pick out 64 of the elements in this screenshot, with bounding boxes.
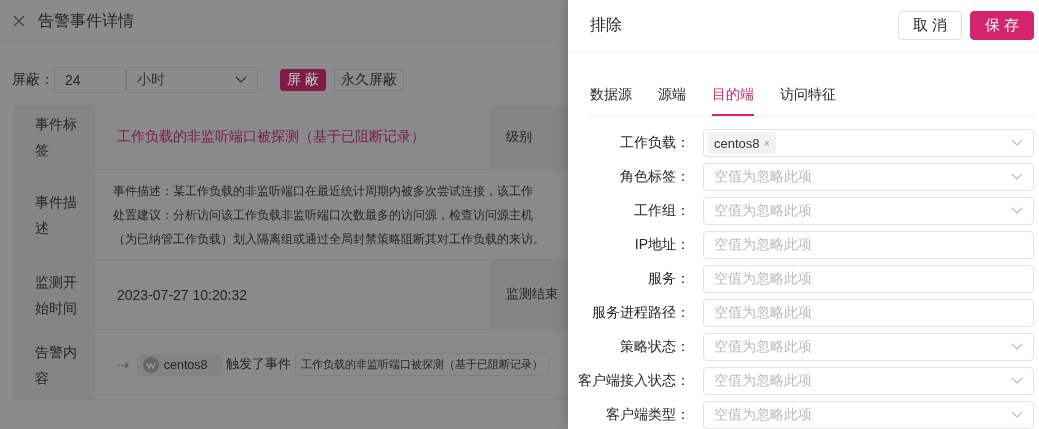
placeholder-text: 空值为忽略此项: [714, 338, 812, 356]
placeholder-text: 空值为忽略此项: [714, 406, 812, 424]
placeholder-text: 空值为忽略此项: [714, 270, 812, 288]
input-field[interactable]: 空值为忽略此项: [703, 265, 1034, 293]
description-line: （为已纳管工作负载）划入隔离组或通过全局封禁策略阻断其对工作负载的来访。: [113, 231, 545, 247]
chevron-down-icon: [1011, 377, 1023, 385]
field-label: 工作负载：: [619, 134, 691, 152]
row-label: 监测开始时间: [35, 272, 78, 318]
tab[interactable]: 源端: [658, 84, 686, 116]
chevron-down-icon: [1011, 343, 1023, 351]
chevron-down-icon: [235, 76, 247, 84]
tab[interactable]: 数据源: [590, 84, 632, 116]
host-chip: centos8: [136, 353, 222, 376]
row-label: 事件描述: [35, 192, 78, 238]
field-label: 工作组：: [633, 202, 691, 220]
select-field[interactable]: 空值为忽略此项: [703, 367, 1034, 395]
input-field[interactable]: 空值为忽略此项: [703, 299, 1034, 327]
mute-label: 屏蔽：: [12, 71, 54, 89]
select-field[interactable]: 空值为忽略此项: [703, 401, 1034, 429]
arrow-icon: ⇢: [117, 356, 129, 373]
chevron-down-icon: [1011, 139, 1023, 147]
placeholder-text: 空值为忽略此项: [714, 202, 812, 220]
field-label: 策略状态：: [619, 338, 691, 356]
field-label: IP地址：: [633, 236, 691, 254]
page-title: 告警事件详情: [38, 10, 134, 31]
chevron-down-icon: [1011, 173, 1023, 181]
event-tag: 工作负载的非监听端口被探测（基于已阻断记录）: [294, 353, 549, 376]
field-label: 客户端类型：: [605, 406, 691, 424]
unit-select[interactable]: 小时: [126, 67, 258, 93]
chevron-down-icon: [1011, 207, 1023, 215]
row-label: 事件标签: [35, 115, 78, 160]
input-field[interactable]: 空值为忽略此项: [703, 231, 1034, 259]
permanent-mute-button[interactable]: 永久屏蔽: [333, 69, 404, 91]
row-value: 2023-07-27 10:20:32: [117, 286, 247, 303]
tab[interactable]: 目的端: [712, 84, 754, 116]
drawer-title: 排除: [590, 15, 622, 35]
placeholder-text: 空值为忽略此项: [714, 372, 812, 390]
field-label: 角色标签：: [619, 168, 691, 186]
tab[interactable]: 访问特征: [780, 84, 836, 116]
mute-button[interactable]: 屏 蔽: [280, 69, 326, 91]
description-line: 处置建议：分析访问该工作负载非监听端口次数最多的访问源，检查访问源主机: [113, 207, 533, 223]
field-label: 服务进程路径：: [591, 304, 691, 322]
selected-tag: centos8 ×: [708, 132, 776, 154]
host-icon: [142, 356, 159, 373]
row-label: 监测结束: [506, 286, 558, 303]
duration-field[interactable]: 24: [54, 67, 126, 93]
remove-icon[interactable]: ×: [763, 137, 770, 149]
field-label: 客户端接入状态：: [577, 372, 691, 390]
select-field[interactable]: 空值为忽略此项: [703, 163, 1034, 191]
placeholder-text: 空值为忽略此项: [714, 168, 812, 186]
close-button[interactable]: [12, 14, 26, 28]
field-label: 服务：: [647, 270, 691, 288]
select-field[interactable]: 空值为忽略此项: [703, 197, 1034, 225]
chevron-down-icon: [1011, 411, 1023, 419]
placeholder-text: 空值为忽略此项: [714, 304, 812, 322]
select-field[interactable]: centos8 ×: [703, 129, 1034, 157]
row-label: 级别: [506, 128, 532, 146]
description-line: 事件描述：某工作负载的非监听端口在最近统计周期内被多次尝试连接，该工作: [113, 183, 533, 199]
placeholder-text: 空值为忽略此项: [714, 236, 812, 254]
select-field[interactable]: 空值为忽略此项: [703, 333, 1034, 361]
flow-text: 触发了事件: [225, 356, 291, 373]
save-button[interactable]: 保 存: [969, 11, 1034, 40]
cancel-button[interactable]: 取 消: [897, 11, 962, 40]
row-label: 告警内容: [35, 342, 78, 388]
